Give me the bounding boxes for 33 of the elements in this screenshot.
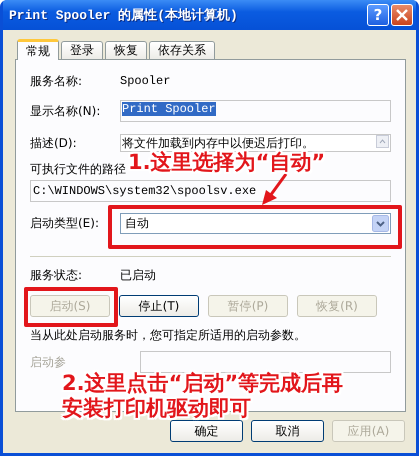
annotation-text: 1.这里选择为“自动” <box>128 151 326 173</box>
path-value: C:\WINDOWS\system32\spoolsv.exe <box>33 184 256 198</box>
hint-text: 当从此处启动服务时，您可指定所适用的启动参数。 <box>30 327 307 344</box>
field-label: 显示名称(N): <box>30 102 102 120</box>
pointer-arrow-icon <box>260 172 290 206</box>
window-title: Print Spooler 的属性(本地计算机) <box>9 7 239 24</box>
scroll-bar[interactable] <box>375 135 390 151</box>
field-label: 描述(D): <box>30 134 78 152</box>
tab[interactable]: 登录 <box>61 41 103 59</box>
start-params-label: 启动参 <box>30 354 67 370</box>
service-status-value: 已启动 <box>120 266 156 284</box>
dialog-button[interactable]: 确定 <box>170 420 243 442</box>
display-name-field[interactable]: Print Spooler <box>120 100 391 122</box>
field-label: 服务状态: <box>30 266 84 284</box>
annotation-text: 2.这里点击“启动”等完成后再 <box>62 371 344 396</box>
tab[interactable]: 恢复 <box>105 41 147 59</box>
start-params-field[interactable] <box>140 351 391 373</box>
display-name-value: Print Spooler <box>122 102 216 116</box>
description-text: 将文件加载到内存中以便迟后打印。 <box>122 135 314 150</box>
close-icon <box>396 9 408 21</box>
field-label: 服务名称: <box>30 72 84 90</box>
startup-type-dropdown[interactable]: 自动 <box>120 212 391 234</box>
annotation-text: 安装打印机驱动即可 <box>62 396 251 421</box>
service-button[interactable]: 停止(T) <box>119 295 199 317</box>
description-field[interactable]: 将文件加载到内存中以便迟后打印。 <box>120 134 391 152</box>
path-label: 可执行文件的路径 <box>30 160 126 178</box>
help-button[interactable]: ? <box>367 4 389 26</box>
tab[interactable]: 依存关系 <box>149 41 215 59</box>
service-name-value: Spooler <box>120 74 170 88</box>
close-button[interactable] <box>391 4 413 26</box>
dialog-button[interactable]: 取消 <box>251 420 324 442</box>
tab[interactable]: 常规 <box>17 39 59 60</box>
field-label: 启动类型(E): <box>30 214 100 232</box>
